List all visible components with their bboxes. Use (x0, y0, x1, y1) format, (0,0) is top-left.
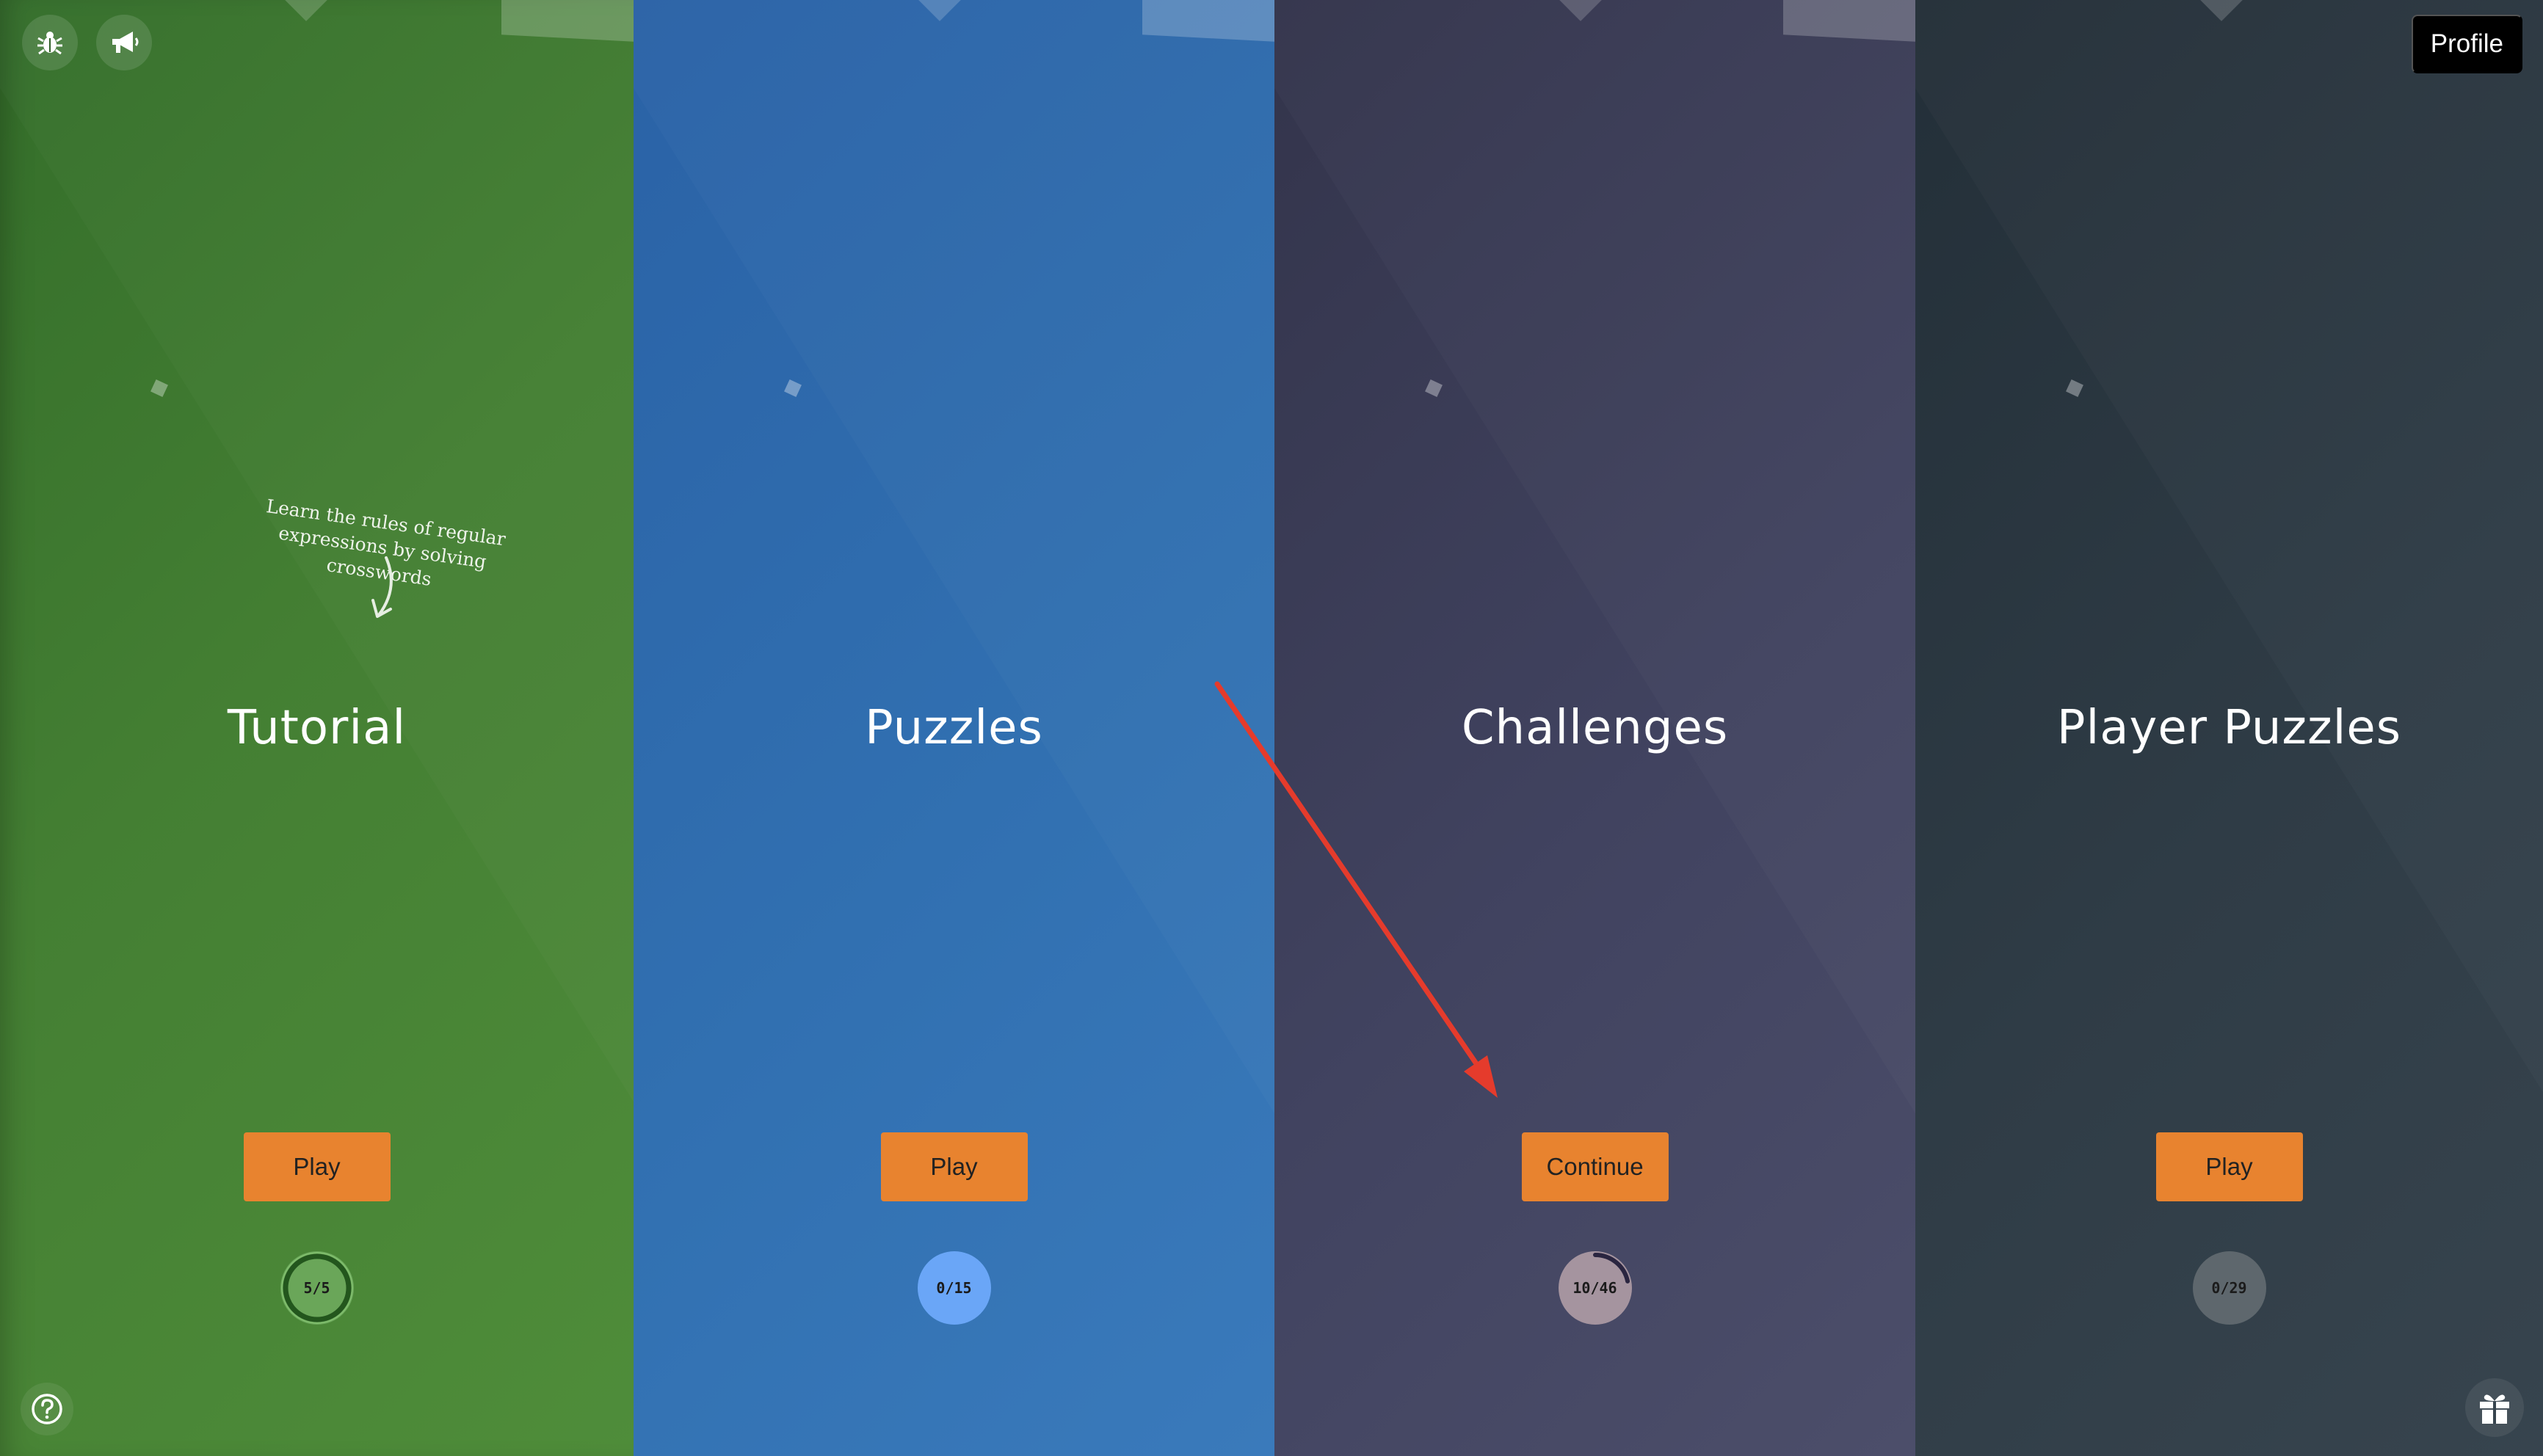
progress-circle: 5/5 (280, 1251, 354, 1325)
continue-challenges-button[interactable]: Continue (1521, 1132, 1669, 1201)
panel-tab-decoration (501, 0, 634, 42)
section-title: Challenges (1461, 701, 1729, 755)
confetti-square (1425, 379, 1443, 397)
panel-challenges: Challenges Continue 10/46 (1274, 0, 1915, 1456)
section-title: Player Puzzles (2056, 701, 2402, 755)
progress-label: 5/5 (303, 1279, 330, 1297)
progress-label: 0/15 (936, 1279, 972, 1297)
play-player-puzzles-button[interactable]: Play (2155, 1132, 2303, 1201)
curved-arrow-icon (371, 556, 393, 618)
progress-circle: 0/29 (2192, 1251, 2266, 1325)
progress-label: 10/46 (1572, 1279, 1617, 1297)
megaphone-icon[interactable] (96, 15, 152, 70)
progress-ring (1592, 1253, 1630, 1284)
progress-circle: 0/15 (917, 1251, 991, 1325)
panel-player-puzzles: Player Puzzles Play 0/29 (1915, 0, 2543, 1456)
gift-icon[interactable] (2465, 1378, 2524, 1437)
confetti-square (150, 379, 168, 397)
bug-icon[interactable] (22, 15, 78, 70)
panel-tab-decoration (1142, 0, 1274, 42)
profile-button[interactable]: Profile (2411, 15, 2522, 73)
progress-label: 0/29 (2211, 1279, 2247, 1297)
confetti-square (784, 379, 802, 397)
section-title: Puzzles (865, 701, 1043, 755)
panel-tab-decoration (1783, 0, 1915, 42)
play-tutorial-button[interactable]: Play (243, 1132, 391, 1201)
section-title: Tutorial (227, 701, 407, 755)
panel-tutorial: Learn the rules of regular expressions b… (0, 0, 634, 1456)
section-panels: Learn the rules of regular expressions b… (0, 0, 2543, 1456)
help-icon[interactable] (21, 1383, 73, 1435)
play-puzzles-button[interactable]: Play (880, 1132, 1028, 1201)
progress-circle: 10/46 (1558, 1251, 1632, 1325)
panel-puzzles: Puzzles Play 0/15 (634, 0, 1274, 1456)
confetti-square (2066, 379, 2083, 397)
